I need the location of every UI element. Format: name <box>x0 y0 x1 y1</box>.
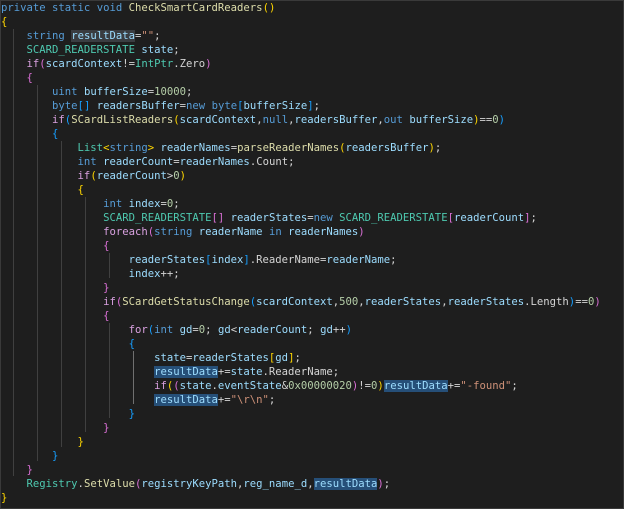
code-line[interactable]: if(readerCount>0) <box>1 169 187 183</box>
code-token: Registry.SetValue(registryKeyPath,reg_na… <box>26 478 391 490</box>
code-line[interactable]: } <box>1 421 109 435</box>
code-line[interactable]: List<string> readerNames=parseReaderName… <box>1 141 442 155</box>
code-token: { <box>103 240 110 252</box>
code-token: private static void CheckSmartCardReader… <box>1 2 276 14</box>
code-token: readerStates[index].ReaderName=readerNam… <box>128 254 397 266</box>
code-line[interactable]: if(scardContext!=IntPtr.Zero) <box>1 57 212 71</box>
code-token: state=readerStates[gd]; <box>154 352 301 364</box>
code-token: } <box>26 464 33 476</box>
code-token: for(int gd=0; gd<readerCount; gd++) <box>128 324 352 336</box>
code-token: { <box>26 72 33 84</box>
code-token: if((state.eventState&0x00000020)!=0)resu… <box>154 380 518 392</box>
code-editor[interactable]: private static void CheckSmartCardReader… <box>0 0 624 509</box>
code-line[interactable]: { <box>1 127 58 141</box>
code-token: index++; <box>128 268 180 280</box>
code-token: { <box>103 310 110 322</box>
code-line[interactable]: int index=0; <box>1 197 180 211</box>
code-line[interactable]: { <box>1 183 84 197</box>
code-token: foreach(string readerName in readerNames… <box>103 226 365 238</box>
code-token: int index=0; <box>103 198 180 210</box>
code-token: byte[] readersBuffer=new byte[bufferSize… <box>52 100 321 112</box>
code-token: if(SCardListReaders(scardContext,null,re… <box>52 114 506 126</box>
code-line[interactable]: private static void CheckSmartCardReader… <box>1 1 275 15</box>
code-token: List<string> readerNames=parseReaderName… <box>77 142 442 154</box>
code-line[interactable]: if((state.eventState&0x00000020)!=0)resu… <box>1 379 518 393</box>
code-line[interactable]: } <box>1 435 84 449</box>
code-token: resultData+=state.ReaderName; <box>154 366 340 378</box>
code-token: } <box>1 492 8 504</box>
code-token: string resultData=""; <box>26 30 161 42</box>
code-token: } <box>77 436 84 448</box>
code-line[interactable]: } <box>1 463 33 477</box>
code-line[interactable]: } <box>1 281 109 295</box>
code-token: } <box>103 422 110 434</box>
code-token: SCARD_READERSTATE state; <box>26 44 180 56</box>
code-line[interactable]: SCARD_READERSTATE[] readerStates=new SCA… <box>1 211 537 225</box>
code-token: { <box>1 16 8 28</box>
code-token: if(scardContext!=IntPtr.Zero) <box>26 58 212 70</box>
code-token: if(readerCount>0) <box>77 170 187 182</box>
code-line[interactable]: Registry.SetValue(registryKeyPath,reg_na… <box>1 477 390 491</box>
code-line[interactable]: uint bufferSize=10000; <box>1 85 192 99</box>
code-token: int readerCount=readerNames.Count; <box>77 156 295 168</box>
code-line[interactable]: { <box>1 337 135 351</box>
code-token: uint bufferSize=10000; <box>52 86 193 98</box>
code-token: { <box>52 128 59 140</box>
code-line[interactable]: state=readerStates[gd]; <box>1 351 301 365</box>
code-line[interactable]: index++; <box>1 267 180 281</box>
code-token: if(SCardGetStatusChange(scardContext,500… <box>103 296 601 308</box>
code-line[interactable]: for(int gd=0; gd<readerCount; gd++) <box>1 323 352 337</box>
code-line[interactable]: { <box>1 71 33 85</box>
code-token: { <box>77 184 84 196</box>
code-line[interactable]: int readerCount=readerNames.Count; <box>1 155 295 169</box>
code-token: resultData+="\r\n"; <box>154 394 276 406</box>
code-line[interactable]: } <box>1 491 7 505</box>
code-token: } <box>52 450 59 462</box>
code-line[interactable]: foreach(string readerName in readerNames… <box>1 225 365 239</box>
code-line[interactable]: { <box>1 309 109 323</box>
code-token: SCARD_READERSTATE[] readerStates=new SCA… <box>103 212 537 224</box>
code-line[interactable]: readerStates[index].ReaderName=readerNam… <box>1 253 397 267</box>
code-line[interactable]: resultData+="\r\n"; <box>1 393 275 407</box>
code-line[interactable]: { <box>1 15 7 29</box>
code-line[interactable]: } <box>1 449 58 463</box>
code-line[interactable]: SCARD_READERSTATE state; <box>1 43 180 57</box>
code-token: } <box>103 282 110 294</box>
code-line[interactable]: } <box>1 407 135 421</box>
code-token: { <box>128 338 135 350</box>
code-line[interactable]: resultData+=state.ReaderName; <box>1 365 339 379</box>
code-token: } <box>128 408 135 420</box>
code-line[interactable]: if(SCardListReaders(scardContext,null,re… <box>1 113 505 127</box>
code-line[interactable]: string resultData=""; <box>1 29 161 43</box>
code-line[interactable]: { <box>1 239 109 253</box>
code-line[interactable]: byte[] readersBuffer=new byte[bufferSize… <box>1 99 320 113</box>
code-line[interactable]: if(SCardGetStatusChange(scardContext,500… <box>1 295 601 309</box>
